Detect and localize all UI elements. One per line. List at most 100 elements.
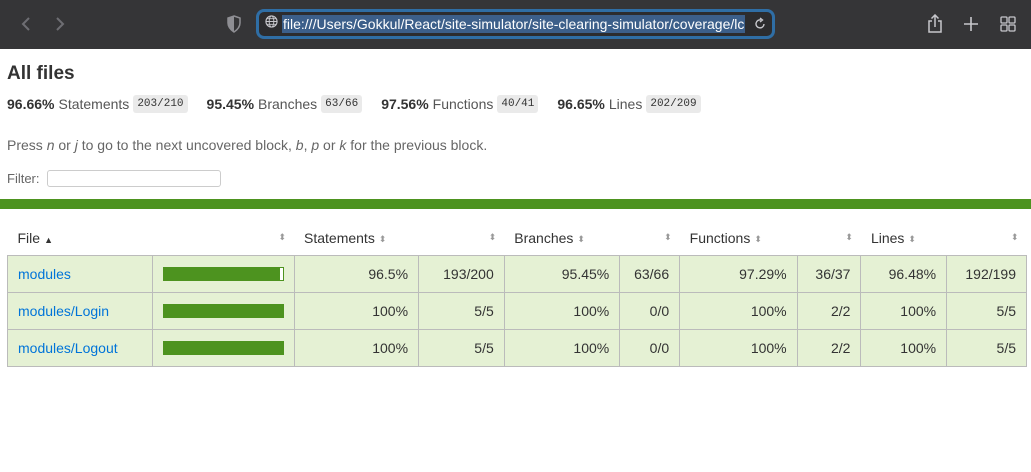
sort-icon: ⬍ bbox=[1010, 232, 1019, 242]
col-functions-frac[interactable]: ⬍ bbox=[797, 222, 861, 255]
functions-pct: 100% bbox=[679, 291, 798, 330]
col-label: File bbox=[17, 230, 41, 247]
summary-pct: 96.66% bbox=[7, 96, 55, 112]
summary-label: Branches bbox=[258, 96, 318, 112]
functions-frac: 36/37 bbox=[796, 254, 862, 293]
lines-pct: 96.48% bbox=[860, 254, 948, 293]
back-icon[interactable] bbox=[14, 12, 38, 36]
coverage-bar bbox=[162, 266, 284, 281]
summary-lines: 96.65% Lines 202/209 bbox=[557, 95, 701, 113]
summary-fraction: 202/209 bbox=[646, 95, 701, 113]
plus-icon[interactable] bbox=[959, 12, 983, 36]
statements-frac: 193/200 bbox=[418, 254, 505, 293]
sort-icon: ⬍ bbox=[488, 232, 497, 242]
summary-fraction: 203/210 bbox=[133, 95, 188, 113]
file-cell: modules bbox=[7, 254, 153, 293]
col-file[interactable]: File ▲ bbox=[8, 222, 153, 255]
branches-frac: 63/66 bbox=[619, 254, 681, 293]
table-row: modules/Logout 100% 5/5 100% 0/0 100% 2/… bbox=[7, 328, 1027, 367]
hint-text: or bbox=[54, 137, 75, 153]
summary-functions: 97.56% Functions 40/41 bbox=[381, 95, 539, 113]
col-branches-frac[interactable]: ⬍ bbox=[620, 222, 680, 255]
hint-key: b bbox=[295, 137, 304, 153]
address-bar[interactable]: file:///Users/Gokkul/React/site-simulato… bbox=[256, 9, 775, 39]
sort-icon: ⬍ bbox=[278, 232, 286, 242]
sort-asc-icon: ▲ bbox=[44, 234, 53, 245]
coverage-bar-cell bbox=[151, 291, 295, 330]
reload-icon[interactable] bbox=[754, 17, 766, 35]
statements-frac: 5/5 bbox=[418, 291, 505, 330]
col-lines-frac[interactable]: ⬍ bbox=[947, 222, 1027, 255]
hint-text: or bbox=[319, 137, 340, 153]
tabs-grid-icon[interactable] bbox=[996, 12, 1020, 36]
statements-frac: 5/5 bbox=[418, 328, 505, 367]
col-file-bar[interactable]: ⬍ bbox=[152, 222, 294, 255]
coverage-table: File ▲ ⬍ Statements ⬍ ⬍ Branches ⬍ ⬍ Functi… bbox=[7, 222, 1027, 367]
summary-label: Lines bbox=[608, 96, 643, 112]
functions-pct: 97.29% bbox=[679, 254, 798, 293]
summary-fraction: 40/41 bbox=[497, 95, 539, 113]
functions-pct: 100% bbox=[679, 328, 798, 367]
sort-icon: ⬍ bbox=[378, 234, 387, 245]
col-statements[interactable]: Statements ⬍ bbox=[294, 222, 419, 255]
coverage-summary: 96.66% Statements 203/210 95.45% Branche… bbox=[7, 95, 720, 113]
statements-pct: 96.5% bbox=[293, 254, 420, 293]
coverage-bar-cell bbox=[151, 328, 295, 367]
statements-pct: 100% bbox=[293, 328, 420, 367]
summary-branches: 95.45% Branches 63/66 bbox=[207, 95, 363, 113]
file-cell: modules/Login bbox=[7, 291, 153, 330]
coverage-bar-fill bbox=[162, 303, 284, 318]
branches-pct: 100% bbox=[503, 328, 621, 367]
sort-icon: ⬍ bbox=[664, 232, 672, 242]
coverage-bar bbox=[162, 303, 284, 318]
summary-pct: 96.65% bbox=[557, 96, 605, 112]
coverage-bar-empty bbox=[279, 266, 284, 281]
file-link[interactable]: modules bbox=[18, 266, 71, 282]
summary-label: Statements bbox=[58, 96, 130, 112]
lines-frac: 5/5 bbox=[946, 291, 1027, 330]
table-row: modules/Login 100% 5/5 100% 0/0 100% 2/2… bbox=[7, 291, 1027, 330]
coverage-bar-fill bbox=[162, 340, 284, 355]
lines-frac: 192/199 bbox=[946, 254, 1027, 293]
lines-pct: 100% bbox=[860, 328, 948, 367]
col-label: Branches bbox=[514, 230, 574, 247]
col-statements-frac[interactable]: ⬍ bbox=[419, 222, 505, 255]
hint-key: p bbox=[311, 137, 320, 153]
lines-pct: 100% bbox=[860, 291, 948, 330]
filter-input[interactable] bbox=[46, 170, 221, 187]
file-link[interactable]: modules/Login bbox=[18, 303, 109, 319]
page-title: All files bbox=[7, 63, 75, 84]
browser-toolbar: file:///Users/Gokkul/React/site-simulato… bbox=[0, 0, 1031, 49]
summary-label: Functions bbox=[432, 96, 494, 112]
col-functions[interactable]: Functions ⬍ bbox=[680, 222, 797, 255]
col-branches[interactable]: Branches ⬍ bbox=[504, 222, 619, 255]
file-link[interactable]: modules/Logout bbox=[18, 340, 118, 356]
filter-row: Filter: bbox=[7, 170, 221, 187]
table-row: modules 96.5% 193/200 95.45% 63/66 97.29… bbox=[7, 254, 1027, 293]
share-icon[interactable] bbox=[923, 12, 947, 36]
sort-icon: ⬍ bbox=[754, 234, 762, 245]
sort-icon: ⬍ bbox=[845, 232, 853, 242]
functions-frac: 2/2 bbox=[796, 328, 862, 367]
sort-icon: ⬍ bbox=[577, 234, 585, 245]
statements-pct: 100% bbox=[293, 291, 420, 330]
filter-label: Filter: bbox=[7, 171, 40, 186]
branches-frac: 0/0 bbox=[619, 291, 681, 330]
table-header: File ▲ ⬍ Statements ⬍ ⬍ Branches ⬍ ⬍ Functi… bbox=[8, 222, 1027, 255]
branches-pct: 95.45% bbox=[503, 254, 621, 293]
hint-text: for the previous block. bbox=[346, 137, 488, 153]
forward-icon[interactable] bbox=[48, 12, 72, 36]
summary-pct: 95.45% bbox=[206, 96, 255, 112]
shield-icon[interactable] bbox=[222, 12, 246, 36]
sort-icon: ⬍ bbox=[908, 234, 916, 245]
file-cell: modules/Logout bbox=[7, 328, 153, 367]
coverage-bar-cell bbox=[151, 254, 295, 293]
functions-frac: 2/2 bbox=[796, 291, 862, 330]
summary-statements: 96.66% Statements 203/210 bbox=[7, 95, 188, 113]
branches-pct: 100% bbox=[503, 291, 621, 330]
hint-text: to go to the next uncovered block, bbox=[77, 137, 296, 153]
keyboard-hint: Press n or j to go to the next uncovered… bbox=[7, 137, 487, 153]
branches-frac: 0/0 bbox=[619, 328, 681, 367]
url-text[interactable]: file:///Users/Gokkul/React/site-simulato… bbox=[282, 15, 745, 33]
col-lines[interactable]: Lines ⬍ bbox=[861, 222, 947, 255]
